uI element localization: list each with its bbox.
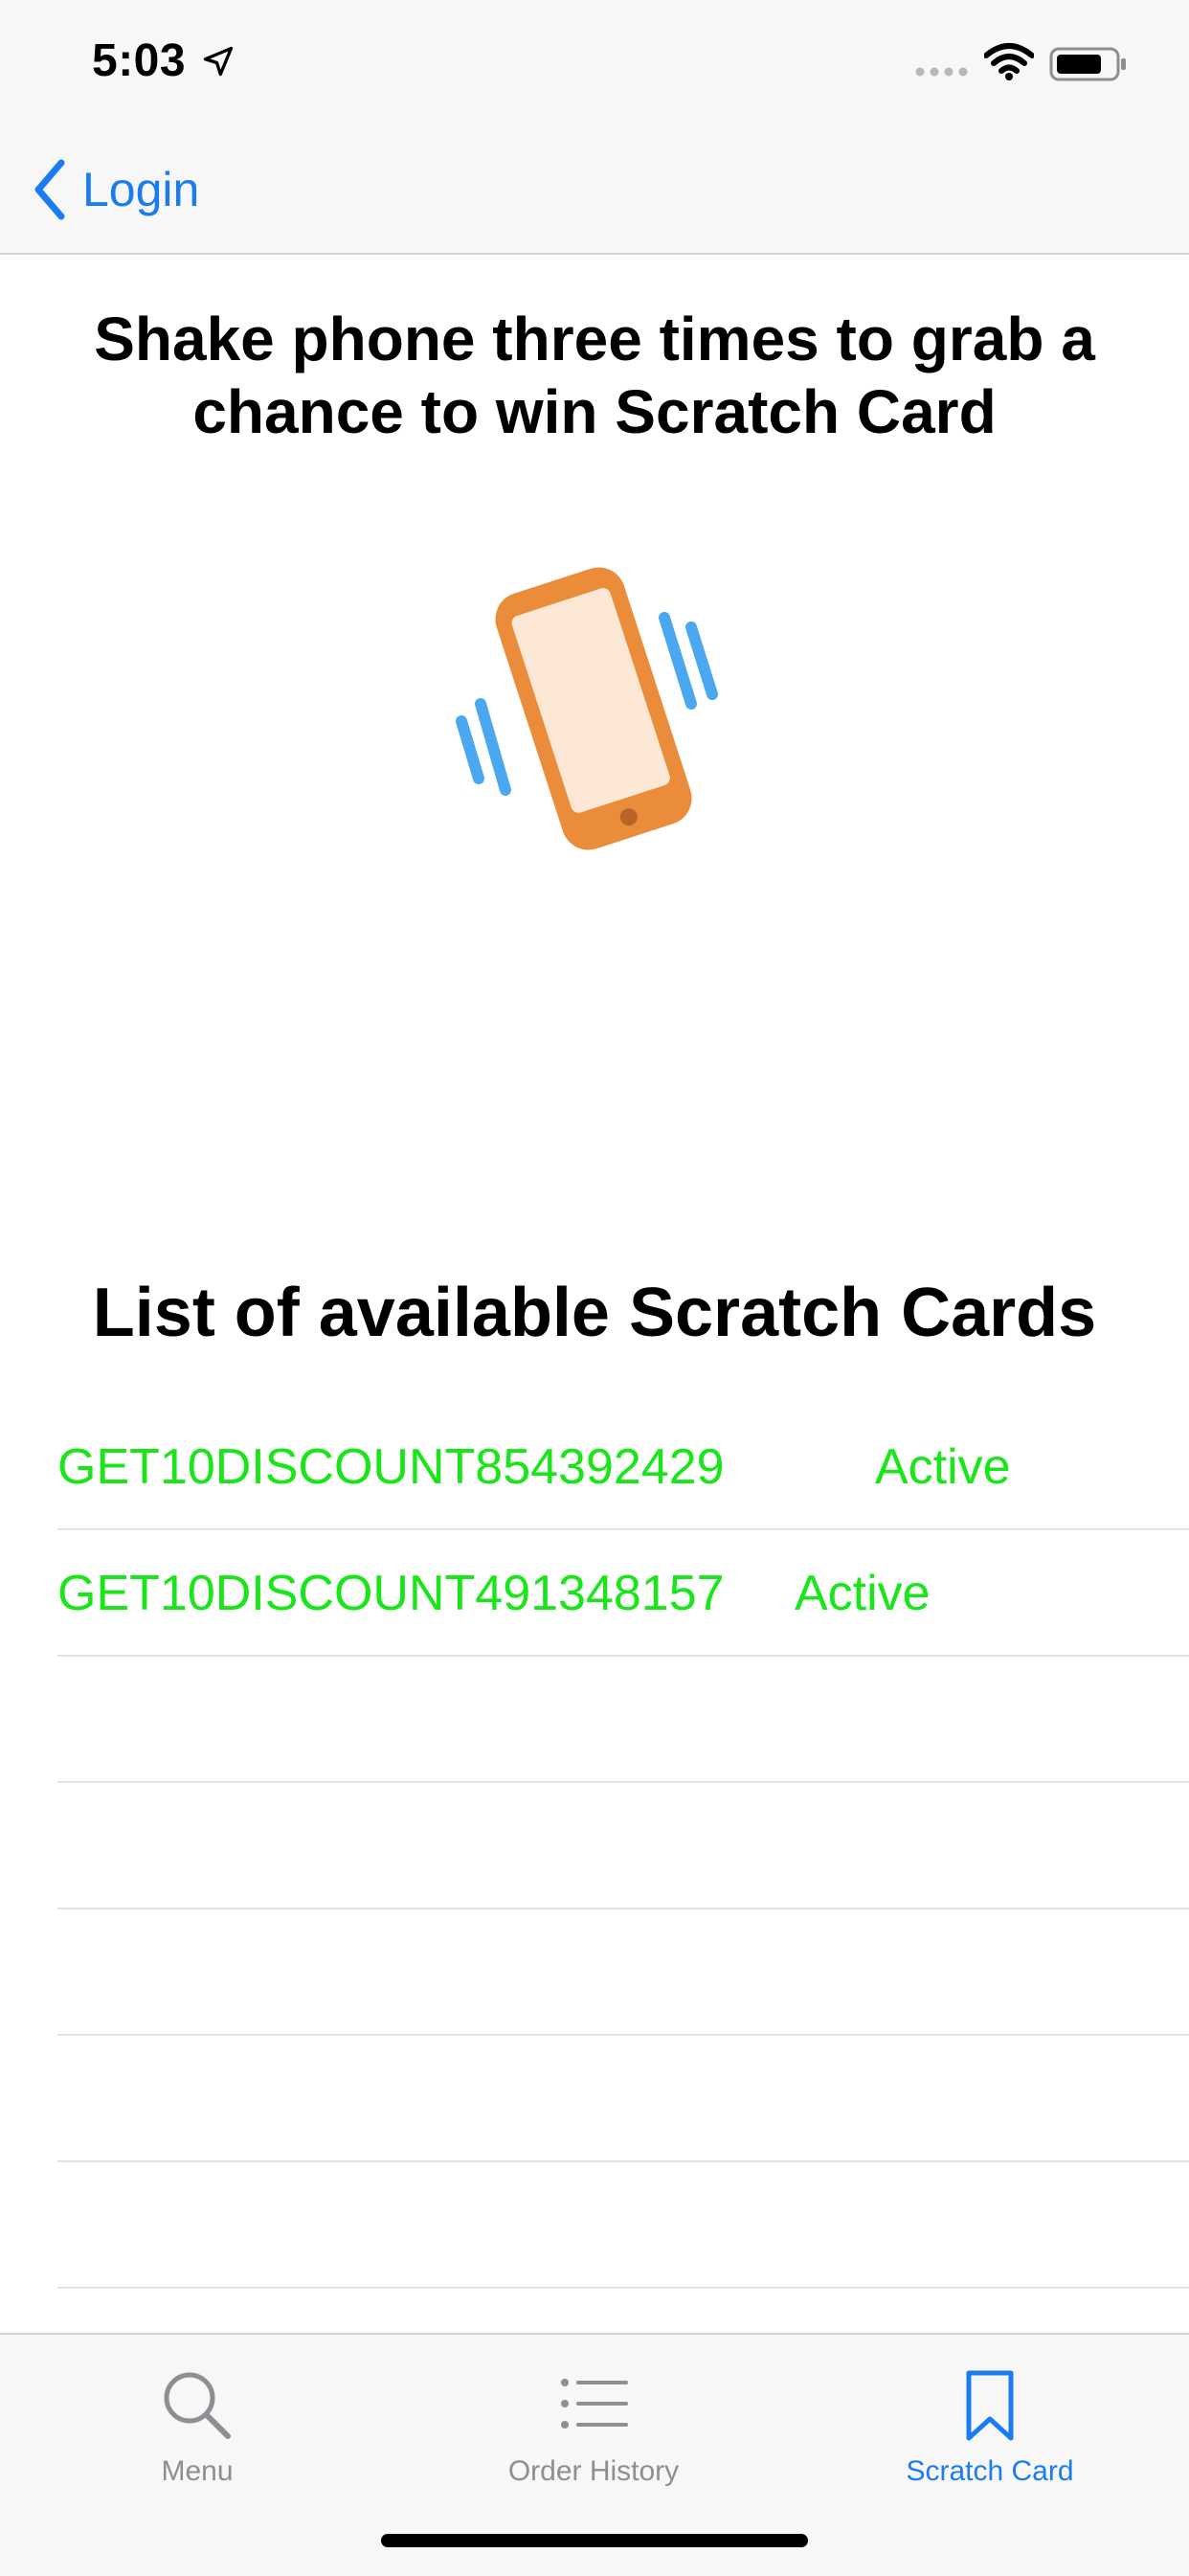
back-button-label: Login: [82, 163, 200, 216]
scratch-card-status: Active: [875, 1439, 1011, 1495]
empty-table-row: [57, 1657, 1189, 1783]
list-icon: [561, 2379, 628, 2429]
status-bar: 5:03: [0, 0, 1189, 126]
empty-table-row: [57, 1783, 1189, 1909]
chevron-left-icon: [34, 159, 65, 220]
bookmark-icon: [966, 2370, 1014, 2441]
scratch-card-list-title: List of available Scratch Cards: [92, 1275, 1097, 1351]
scratch-card-code: GET10DISCOUNT491348157: [57, 1566, 725, 1621]
scratch-card-code: GET10DISCOUNT854392429: [57, 1439, 725, 1495]
empty-table-row: [57, 2162, 1189, 2289]
tab-scratch-card-label: Scratch Card: [906, 2455, 1074, 2487]
location-arrow-icon: [203, 46, 234, 77]
navigation-bar: Login: [0, 126, 1189, 255]
back-button[interactable]: Login: [29, 155, 199, 224]
signal-dots-icon: [915, 67, 968, 77]
tab-menu[interactable]: Menu: [54, 2348, 341, 2492]
tab-order-history[interactable]: Order History: [450, 2348, 737, 2492]
wifi-icon: [984, 43, 1034, 80]
empty-table-row: [57, 1909, 1189, 2036]
tab-scratch-card[interactable]: Scratch Card: [846, 2348, 1133, 2492]
tab-order-history-label: Order History: [507, 2455, 680, 2487]
scratch-card-table: GET10DISCOUNT854392429 Active GET10DISCO…: [57, 1404, 1189, 2289]
battery-icon: [1049, 47, 1126, 81]
search-icon: [164, 2372, 231, 2439]
tab-menu-label: Menu: [161, 2455, 234, 2487]
shaking-phone-icon: [456, 567, 718, 850]
empty-table-row: [57, 2036, 1189, 2162]
status-time: 5:03: [92, 35, 187, 86]
shake-instruction-heading: Shake phone three times to grab a chance…: [94, 305, 1095, 446]
table-row[interactable]: GET10DISCOUNT854392429 Active: [57, 1404, 1189, 1530]
scratch-card-status: Active: [795, 1566, 931, 1621]
home-indicator: [381, 2534, 808, 2547]
table-row[interactable]: GET10DISCOUNT491348157 Active: [57, 1530, 1189, 1657]
